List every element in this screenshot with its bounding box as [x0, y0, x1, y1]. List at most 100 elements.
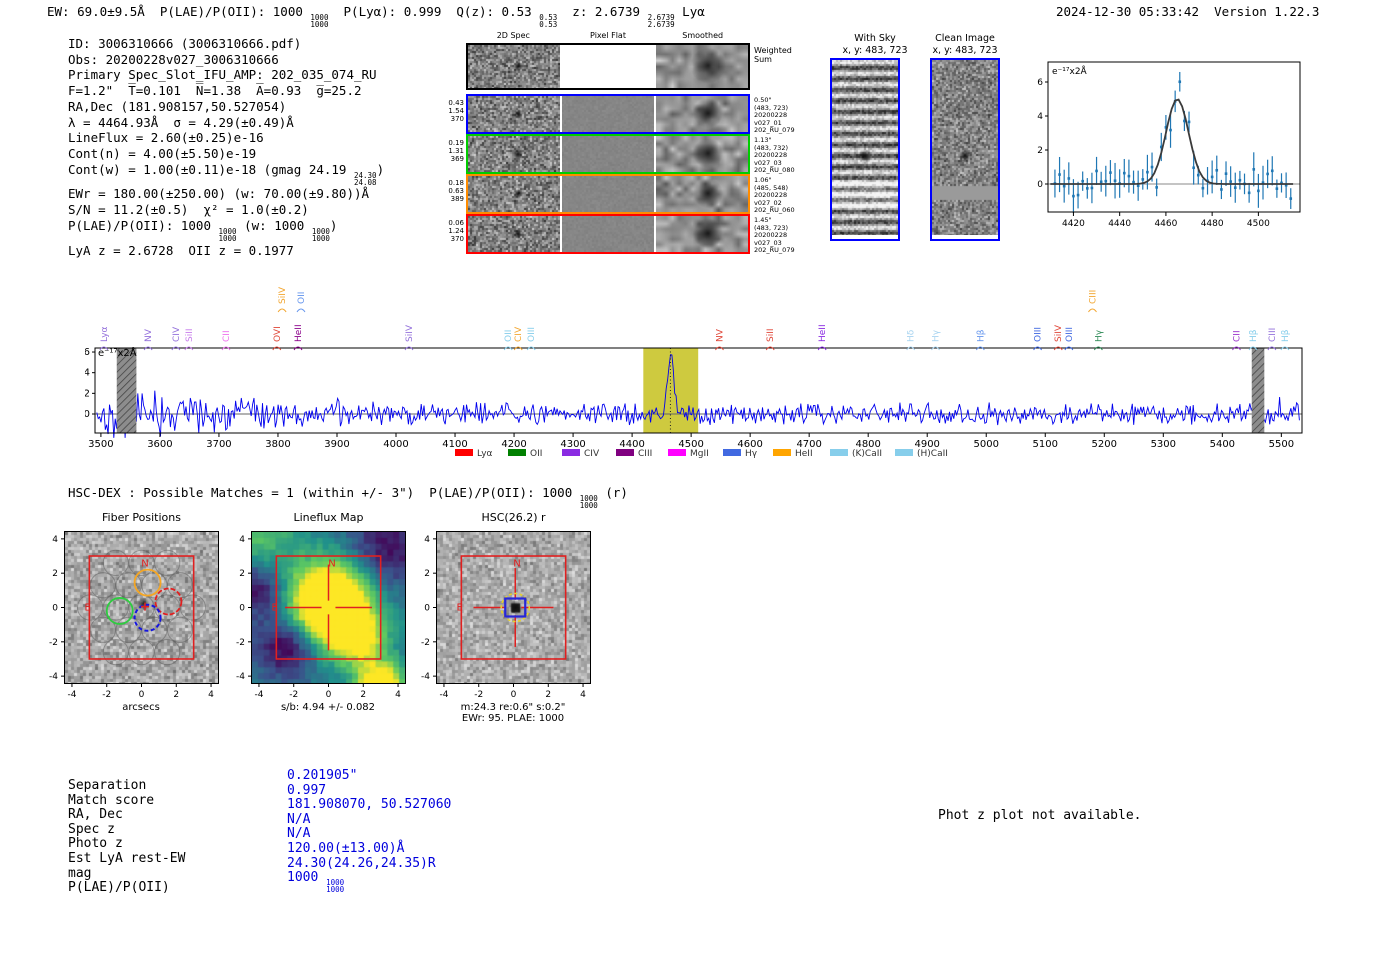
- svg-text:-4: -4: [421, 672, 430, 682]
- emission-line-label: Hβ: [976, 329, 986, 342]
- detection-info-block: ID: 3006310666 (3006310666.pdf)Obs: 2020…: [68, 36, 384, 258]
- info-line: ID: 3006310666 (3006310666.pdf): [68, 36, 384, 52]
- spec2d-header-smoothed: Smoothed: [655, 31, 750, 40]
- legend-entry: (K)CaII: [852, 449, 882, 459]
- match-row-label: mag: [68, 867, 185, 882]
- svg-text:3700: 3700: [206, 439, 231, 450]
- svg-text:0: 0: [326, 690, 332, 700]
- svg-text:4: 4: [208, 690, 214, 700]
- svg-text:6: 6: [85, 347, 90, 358]
- info-line: P(LAE)/P(OII): 1000 10001000 (w: 1000 10…: [68, 218, 384, 243]
- svg-text:4500: 4500: [1247, 219, 1270, 229]
- compass-east: E: [271, 603, 277, 614]
- emission-line-label: OII: [297, 292, 307, 304]
- svg-text:5100: 5100: [1033, 439, 1058, 450]
- svg-text:4: 4: [85, 368, 90, 379]
- emission-line-label: Hβ: [1249, 329, 1259, 342]
- spec2d-row-left-labels: 0.191.31369: [438, 139, 464, 164]
- emission-line-label: HeII: [818, 324, 828, 342]
- panel-xlabel: EWr: 95. PLAE: 1000: [462, 713, 564, 724]
- emission-line-label: SiII: [185, 328, 195, 342]
- emission-line-label: CII: [222, 330, 232, 342]
- match-row-value: N/A: [287, 827, 451, 842]
- info-line: Cont(w) = 1.00(±0.11)e-18 (gmag 24.19 24…: [68, 162, 384, 187]
- emission-line-label: HeII: [294, 324, 304, 342]
- line-fit-inset: 442044404460448045000246e⁻¹⁷x2Å: [1035, 48, 1315, 240]
- svg-text:-2: -2: [102, 690, 111, 700]
- emission-line-label: OIII: [1034, 327, 1044, 342]
- svg-text:4480: 4480: [1201, 219, 1224, 229]
- spec2d-row-left-labels: 0.431.54370: [438, 99, 464, 124]
- svg-text:5000: 5000: [974, 439, 999, 450]
- svg-text:4: 4: [239, 535, 245, 545]
- legend-entry: HeII: [795, 449, 813, 459]
- emission-line-label: SiIV: [405, 324, 415, 342]
- svg-text:4420: 4420: [1062, 219, 1085, 229]
- match-row-value: 1000 10001000: [287, 871, 451, 894]
- panel-xlabel: m:24.3 re:0.6" s:0.2": [461, 702, 566, 713]
- match-table-values: 0.201905"0.997181.908070, 50.527060N/AN/…: [287, 769, 451, 894]
- svg-text:-2: -2: [421, 638, 430, 648]
- svg-text:e⁻¹⁷x2Å: e⁻¹⁷x2Å: [98, 346, 137, 359]
- spec2d-image: [656, 136, 748, 172]
- spec2d-row-right-labels: 1.13"(483, 732)20200228v027_03202_RU_080: [754, 137, 814, 175]
- emission-line-label: SiIV: [278, 286, 288, 304]
- emission-line-label: NV: [144, 328, 154, 342]
- svg-text:4200: 4200: [501, 439, 526, 450]
- main-spectrum-plot: 3500360037003800390040004100420043004400…: [85, 262, 1315, 469]
- emission-line-label: OII: [504, 330, 514, 342]
- info-line: RA,Dec (181.908157,50.527054): [68, 99, 384, 115]
- report-meta: 2024-12-30 05:33:42 Version 1.22.3: [1056, 4, 1319, 19]
- spec2d-row: [466, 43, 750, 90]
- spec2d-image: [562, 136, 654, 172]
- svg-text:4: 4: [395, 690, 401, 700]
- svg-text:0: 0: [239, 604, 245, 614]
- emission-line-label: CIV: [514, 326, 524, 342]
- match-row-label: Est LyA rest-EW: [68, 852, 185, 867]
- emission-line-label: CIII: [1088, 290, 1098, 304]
- emission-line-label: SiIV: [1054, 324, 1064, 342]
- svg-text:2: 2: [173, 690, 179, 700]
- legend-entry: CIII: [638, 449, 652, 459]
- spec2d-image: [562, 216, 654, 252]
- clean-image-coords: x, y: 483, 723: [910, 45, 1020, 56]
- info-line: Primary Spec_Slot_IFU_AMP: 202_035_074_R…: [68, 67, 384, 83]
- spec2d-image: [468, 136, 560, 172]
- svg-text:5400: 5400: [1210, 439, 1235, 450]
- emission-line-label: CIII: [1268, 328, 1278, 342]
- svg-text:0: 0: [52, 604, 58, 614]
- spec2d-row: [466, 214, 750, 254]
- spec2d-image: [468, 176, 560, 212]
- svg-text:3800: 3800: [265, 439, 290, 450]
- svg-text:-4: -4: [236, 672, 245, 682]
- match-row-value: N/A: [287, 813, 451, 828]
- info-line: Obs: 20200228v027_3006310666: [68, 52, 384, 68]
- photz-note: Phot z plot not available.: [938, 808, 1142, 823]
- svg-text:4000: 4000: [383, 439, 408, 450]
- timestamp: 2024-12-30 05:33:42: [1056, 4, 1199, 19]
- match-table-labels: SeparationMatch scoreRA, DecSpec zPhoto …: [68, 779, 185, 896]
- match-row-value: 24.30(24.26,24.35)R: [287, 857, 451, 872]
- match-row-label: Separation: [68, 779, 185, 794]
- spec2d-image: [656, 45, 748, 88]
- elixer-report-page: EW: 69.0±9.5Å P(LAE)/P(OII): 1000 100010…: [0, 0, 1400, 953]
- stacked-fraction: 10001000: [326, 880, 344, 894]
- stacked-fraction: 10001000: [310, 15, 328, 29]
- hsc-cutout-panel: HSC(26.2) r -4-4-2-2002244m:24.3 re:0.6"…: [407, 505, 627, 727]
- svg-text:e⁻¹⁷x2Å: e⁻¹⁷x2Å: [1052, 65, 1088, 77]
- info-line: Cont(n) = 4.00(±5.50)e-19: [68, 146, 384, 162]
- with-sky-image: [832, 60, 898, 235]
- emission-line-label: NV: [715, 328, 725, 342]
- emission-line-label: Hδ: [907, 329, 917, 342]
- version-label: Version 1.22.3: [1214, 4, 1319, 19]
- spec2d-row-left-labels: 0.180.63389: [438, 179, 464, 204]
- emission-line-label: SiII: [766, 328, 776, 342]
- emission-line-label: CIV: [172, 326, 182, 342]
- legend-entry: (H)CaII: [917, 449, 948, 459]
- panel-xlabel: arcsecs: [122, 702, 160, 713]
- info-line: S/N = 11.2(±0.5) χ² = 1.0(±0.2): [68, 202, 384, 218]
- match-row-label: P(LAE)/P(OII): [68, 881, 185, 896]
- info-line: λ = 4464.93Å σ = 4.29(±0.49)Å: [68, 115, 384, 131]
- svg-text:5500: 5500: [1269, 439, 1294, 450]
- svg-text:2: 2: [360, 690, 366, 700]
